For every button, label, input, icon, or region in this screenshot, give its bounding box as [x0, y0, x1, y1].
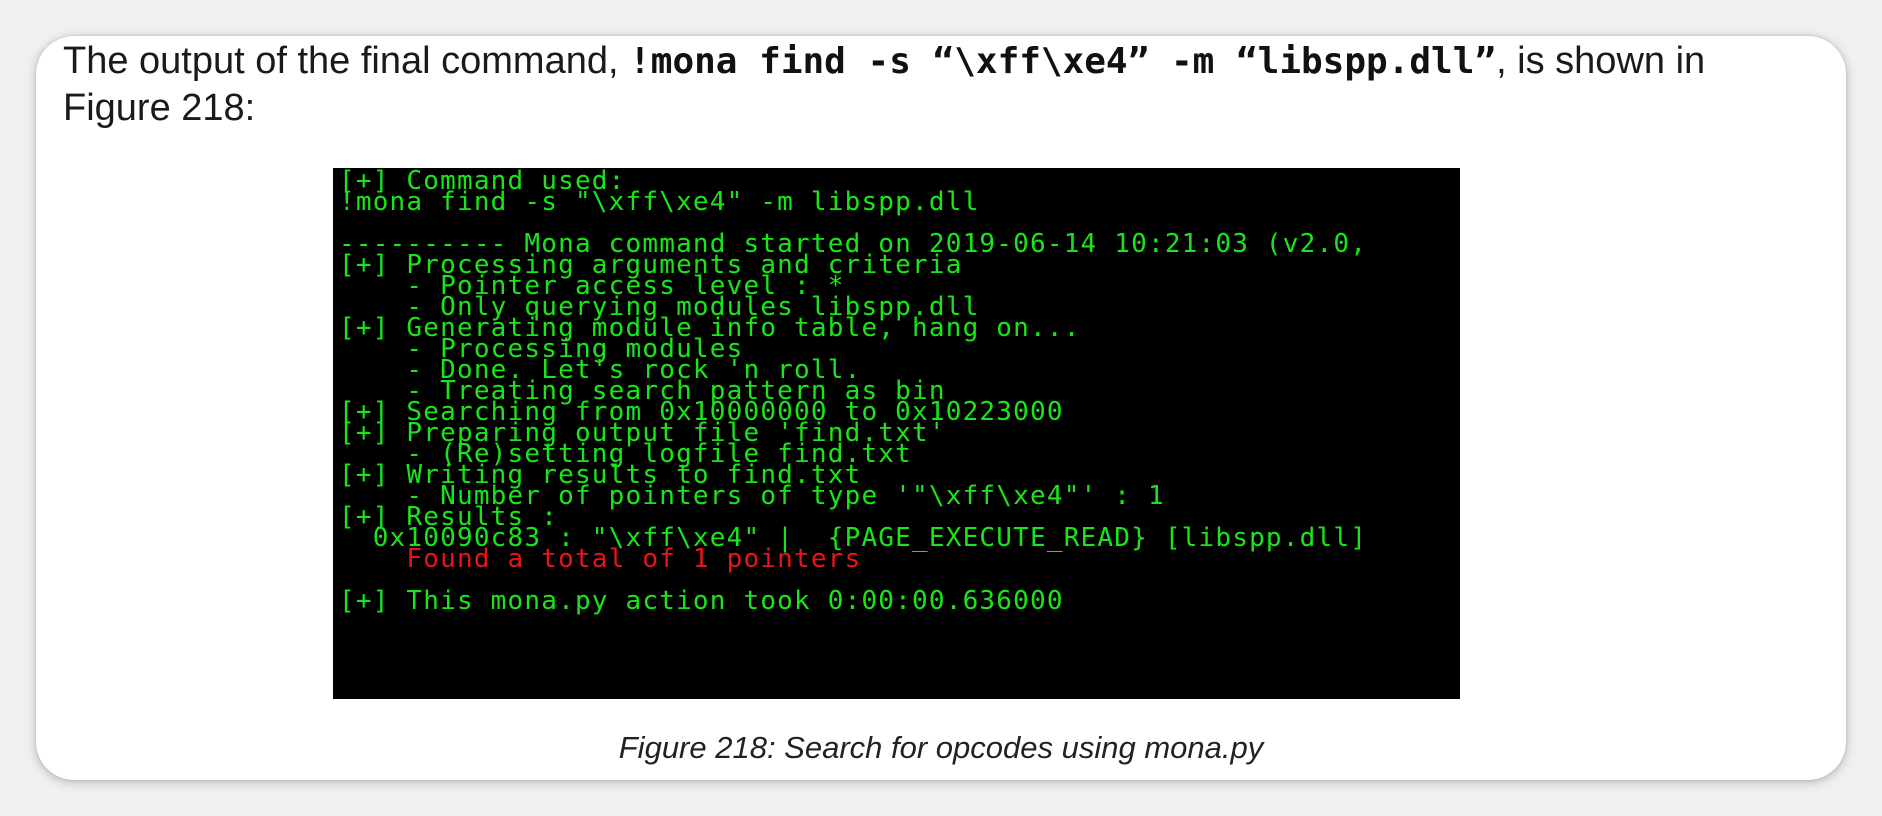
terminal-line-highlight: Found a total of 1 pointers: [339, 544, 862, 574]
terminal-line: !mona find -s "\xff\xe4" -m libspp.dll: [339, 187, 980, 217]
terminal-screenshot: [+] Command used: !mona find -s "\xff\xe…: [333, 168, 1460, 699]
intro-paragraph: The output of the final command, !mona f…: [63, 38, 1803, 131]
figure-caption: Figure 218: Search for opcodes using mon…: [618, 730, 1264, 765]
terminal-line: [+] This mona.py action took 0:00:00.636…: [339, 586, 1064, 616]
inline-command: !mona find -s “\xff\xe4” -m “libspp.dll”: [629, 41, 1497, 82]
intro-text-before: The output of the final command,: [63, 40, 630, 82]
